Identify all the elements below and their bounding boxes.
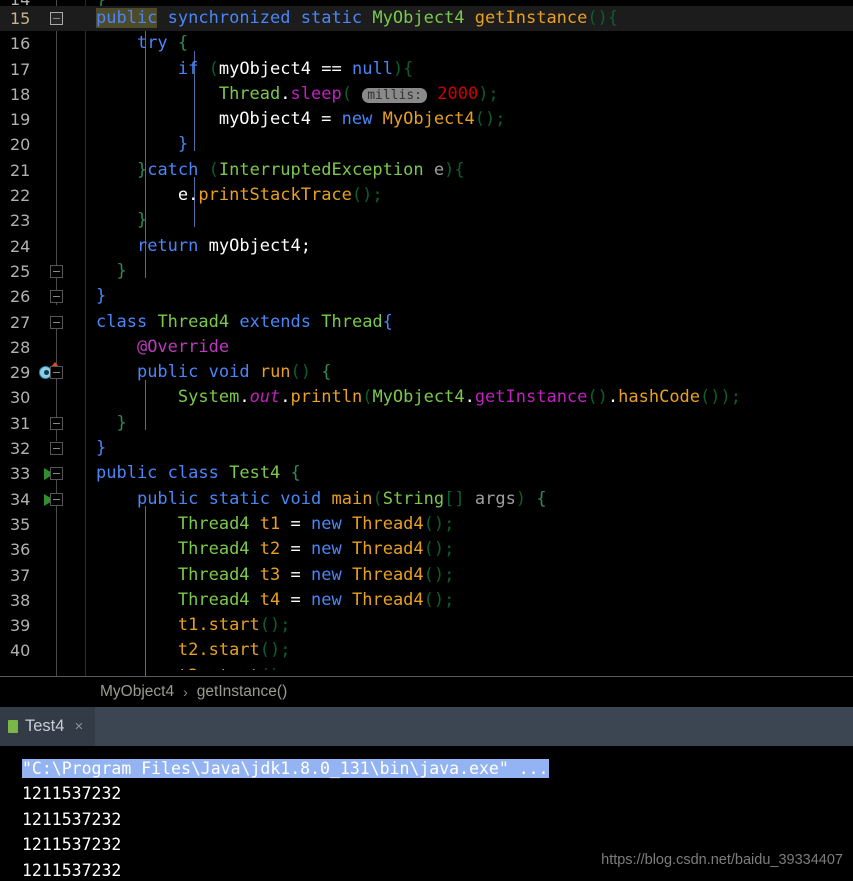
code-line-37[interactable]: 37 Thread4 t3 = new Thread4();	[0, 563, 853, 588]
fold-marker-icon[interactable]	[50, 467, 63, 481]
code-line-34[interactable]: 34 public static void main(String[] args…	[0, 487, 853, 512]
code-line-19[interactable]: 19 myObject4 = new MyObject4();	[0, 107, 853, 132]
code-line-18[interactable]: 18 Thread.sleep( millis: 2000);	[0, 82, 853, 107]
fold-marker-icon[interactable]	[50, 264, 63, 278]
console-line-command: "C:\Program Files\Java\jdk1.8.0_131\bin\…	[22, 759, 549, 778]
console-tab-label: Test4	[25, 717, 65, 735]
line-number-37: 37	[10, 565, 31, 585]
line-number-39: 39	[10, 616, 31, 636]
line-number-40: 40	[10, 641, 31, 661]
line-number-35: 35	[10, 514, 31, 534]
line-number-16: 16	[10, 34, 31, 54]
parameter-hint-badge: millis:	[362, 87, 427, 103]
run-configuration-icon	[8, 720, 18, 733]
code-line-22[interactable]: 22 e.printStackTrace();	[0, 183, 853, 208]
code-line-29[interactable]: 29 public void run() {	[0, 360, 853, 385]
code-line-28[interactable]: 28 @Override	[0, 335, 853, 360]
console-tab-test4[interactable]: Test4 ×	[0, 707, 96, 746]
code-line-36[interactable]: 36 Thread4 t2 = new Thread4();	[0, 537, 853, 562]
code-line-24[interactable]: 24 return myObject4;	[0, 234, 853, 259]
code-line-25[interactable]: 25 }	[0, 259, 853, 284]
watermark-url: https://blog.csdn.net/baidu_39334407	[601, 852, 843, 868]
code-line-39[interactable]: 39 t1.start();	[0, 613, 853, 638]
fold-marker-icon[interactable]	[50, 492, 63, 506]
code-line-26[interactable]: 26 }	[0, 284, 853, 309]
fold-marker-icon[interactable]	[50, 416, 63, 430]
code-line-partial-bottom: 41 t3.start();	[0, 664, 853, 670]
line-number-28: 28	[10, 337, 31, 357]
breadcrumb-item-class[interactable]: MyObject4	[100, 683, 174, 701]
line-number-17: 17	[10, 59, 31, 79]
ide-window: 14 } 15 public synchronized static MyObj…	[0, 0, 853, 881]
line-number-41: 41	[0, 664, 70, 670]
close-icon[interactable]: ×	[74, 718, 83, 735]
line-number-21: 21	[10, 160, 31, 180]
console-line-output: 1211537232	[22, 809, 122, 829]
code-line-30[interactable]: 30 System.out.println(MyObject4.getInsta…	[0, 385, 853, 410]
code-line-17[interactable]: 17 if (myObject4 == null){	[0, 57, 853, 82]
line-number-38: 38	[10, 590, 31, 610]
line-number-30: 30	[10, 388, 31, 408]
line-number-36: 36	[10, 540, 31, 560]
code-line-40[interactable]: 40 t2.start();	[0, 638, 853, 663]
run-tool-window-tabbar: Test4 ×	[0, 707, 853, 746]
code-line-16[interactable]: 16 try {	[0, 31, 853, 56]
code-editor[interactable]: 14 } 15 public synchronized static MyObj…	[0, 0, 853, 683]
fold-marker-icon[interactable]	[50, 12, 63, 25]
code-line-33[interactable]: 33 public class Test4 {	[0, 461, 853, 486]
line-number-23: 23	[10, 211, 31, 231]
breadcrumb-item-method[interactable]: getInstance()	[197, 683, 287, 701]
console-line-output: 1211537232	[22, 784, 122, 804]
fold-marker-icon[interactable]	[50, 290, 63, 304]
breadcrumb[interactable]: MyObject4 › getInstance()	[0, 676, 853, 706]
code-line-27[interactable]: 27 class Thread4 extends Thread{	[0, 310, 853, 335]
line-number-19: 19	[10, 110, 31, 130]
code-line-32[interactable]: 32 }	[0, 436, 853, 461]
code-line-38[interactable]: 38 Thread4 t4 = new Thread4();	[0, 588, 853, 613]
fold-marker-icon[interactable]	[50, 315, 63, 329]
code-line-20[interactable]: 20 }	[0, 132, 853, 157]
fold-marker-icon[interactable]	[50, 442, 63, 456]
line-number-20: 20	[10, 135, 31, 155]
code-line-23[interactable]: 23 }	[0, 208, 853, 233]
code-line-31[interactable]: 31 }	[0, 411, 853, 436]
line-number-22: 22	[10, 186, 31, 206]
chevron-right-icon: ›	[183, 683, 188, 700]
code-line-15[interactable]: 15 public synchronized static MyObject4 …	[0, 6, 853, 32]
fold-marker-icon[interactable]	[50, 366, 63, 380]
code-line-35[interactable]: 35 Thread4 t1 = new Thread4();	[0, 512, 853, 537]
line-number-18: 18	[10, 84, 31, 104]
code-line-21[interactable]: 21 }catch (InterruptedException e){	[0, 158, 853, 183]
line-number-24: 24	[10, 236, 31, 256]
